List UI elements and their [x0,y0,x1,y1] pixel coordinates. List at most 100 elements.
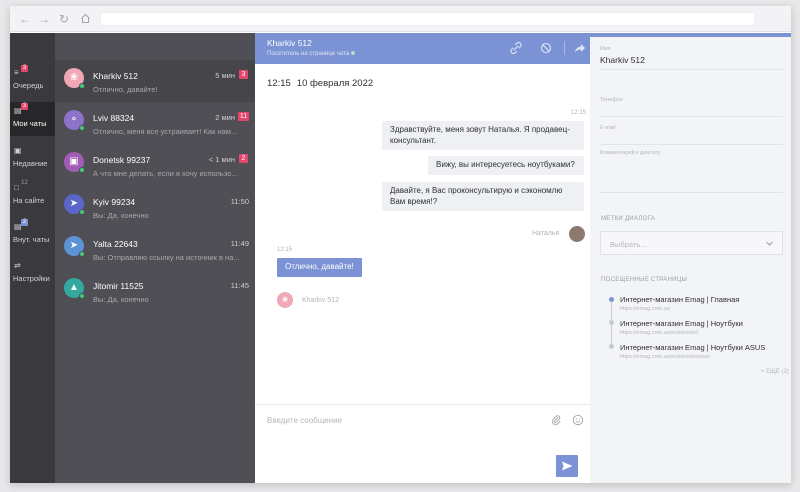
timeline-dot [609,344,614,349]
status-dot [351,51,356,55]
send-icon [562,461,573,471]
chat-time: < 1 мин [208,155,235,164]
visited-page[interactable]: Интернет-магазин Emag | Главная https://… [620,295,739,312]
online-indicator [79,209,85,215]
visited-page[interactable]: Интернет-магазин Emag | Ноутбуки ASUS ht… [620,343,765,360]
nav-settings[interactable]: ⇌ Настройки [10,257,55,291]
chat-list-item[interactable]: ⚬ Lviv 88324 Отлично, меня все устраивае… [55,102,255,144]
agent-avatar [569,226,585,242]
chat-preview: Отлично, меня все устраивает! Как нам... [93,127,238,136]
timeline-dot [609,297,614,302]
outgoing-message: Вижу, вы интересуетесь ноутбуками? [428,156,584,175]
field-label: Телефон [600,97,623,103]
field-value: Kharkiv 512 [600,55,645,65]
home-icon[interactable] [78,12,92,26]
visited-page-url: https://emag.com.ua/notebooks/asus [620,354,710,360]
chat-time: 11:50 [230,197,249,206]
outgoing-message: Давайте, я Вас проконсультирую и сэконом… [382,182,584,211]
nav-on-site[interactable]: □ 12 На сайте [10,179,55,213]
nav-internal-chats[interactable]: ▤ 2 Внут. чаты [10,218,55,252]
chat-time: 11:45 [230,281,249,290]
visitor-details-panel: Имя Kharkiv 512 Телефон E-mail Комментар… [590,33,791,483]
date-header-time: 12:15 [267,78,291,89]
nav-label: Внут. чаты [13,235,50,244]
nav-badge: 12 [21,180,28,186]
visited-page-title: Интернет-магазин Emag | Ноутбуки ASUS [620,343,766,352]
conversation-header: Kharkiv 512 Посетитель на странице чата [255,33,590,64]
send-button[interactable] [556,455,578,477]
panel-header-stripe [590,33,791,37]
reload-icon[interactable]: ↻ [57,12,71,26]
phone-field[interactable]: Телефон [600,97,783,117]
field-label: E-mail [600,125,616,131]
comment-field[interactable]: Комментарий к диалогу [600,150,783,193]
nav-my-chats[interactable]: ▤ 3 Мои чаты [10,102,55,136]
back-arrow-icon[interactable]: ← [18,12,32,26]
chat-time: 11:49 [230,239,249,248]
typing-indicator-name: Kharkiv 512 [302,297,339,304]
unread-badge: 3 [239,70,248,79]
forward-icon[interactable] [573,41,587,55]
nav-queue[interactable]: ≡ 3 Очередь [10,64,55,98]
nav-label: Недавние [13,159,48,168]
chat-name: Kyiv 99234 [93,197,136,207]
chat-list-item[interactable]: ➤ Kyiv 99234 Вы: Да, конечно 11:50 [55,186,255,228]
conversation-title: Kharkiv 512 [267,38,312,48]
visited-page-url: https://emag.com.ua [620,306,670,312]
outgoing-message: Здравствуйте, меня зовут Наталья. Я прод… [382,121,584,150]
chat-time: 5 мин [215,71,235,80]
paperclip-icon[interactable] [550,413,562,426]
chat-name: Lviv 88324 [93,113,135,123]
chat-list-item[interactable]: ➤ Yalta 22643 Вы: Отправляю ссылку на ис… [55,228,255,270]
show-more-link[interactable]: + ЕЩЁ (2) [761,369,789,375]
chat-preview: Отлично, давайте! [93,85,158,94]
main-navigation: ≡ 3 Очередь ▤ 3 Мои чаты ▣ Недавние □ 12… [10,33,55,483]
tags-select[interactable]: Выбрать... [600,231,783,255]
online-indicator [79,125,85,131]
nav-label: Очередь [13,81,44,90]
online-indicator [79,293,85,299]
block-icon[interactable] [539,41,553,55]
incoming-message: Отлично, давайте! [277,258,362,277]
message-input[interactable] [267,413,527,427]
visited-page-title: Интернет-магазин Emag | Ноутбуки [620,319,743,328]
chat-time: 2 мин [215,113,235,122]
timeline-dot [609,320,614,325]
visited-page-title: Интернет-магазин Emag | Главная [620,295,740,304]
nav-recent[interactable]: ▣ Недавние [10,142,55,176]
app-window: ← → ↻ ≡ 3 Очередь ▤ 3 Мои чаты ▣ Недавни… [10,6,791,483]
forward-arrow-icon[interactable]: → [37,12,51,26]
chat-list-item[interactable]: ▣ Donetsk 99237 А что мне делать, если я… [55,144,255,186]
nav-badge: 2 [21,219,28,226]
chat-name: Jitomir 11525 [93,281,144,291]
attach-link-icon[interactable] [509,41,523,55]
chevron-down-icon [766,241,773,246]
select-placeholder: Выбрать... [610,240,647,249]
visited-pages-title: ПОСЕЩЕННЫЕ СТРАНИЦЫ [601,277,688,283]
date-header: 12:15 10 февраля 2022 [267,78,373,89]
message-time: 12:15 [277,247,293,253]
emoji-icon[interactable] [572,413,584,426]
browser-toolbar: ← → ↻ [10,6,791,32]
unread-badge: 2 [239,154,248,163]
date-header-date: 10 февраля 2022 [296,78,374,89]
chat-list: ❀ Kharkiv 512 Отлично, давайте! 5 мин 3 … [55,33,255,483]
visited-page-url: https://emag.com.ua/notebooks/ [620,330,699,336]
chat-name: Kharkiv 512 [93,71,138,81]
visited-page[interactable]: Интернет-магазин Emag | Ноутбуки https:/… [620,319,743,336]
chat-preview: Вы: Отправляю ссылку на источник в на... [93,253,240,262]
lotus-avatar-icon: ❀ [277,292,293,308]
name-field[interactable]: Имя Kharkiv 512 [600,46,783,70]
nav-label: Мои чаты [13,119,47,128]
address-bar[interactable] [100,12,755,26]
online-indicator [79,83,85,89]
online-indicator [79,251,85,257]
email-field[interactable]: E-mail [600,125,783,145]
chat-list-item[interactable]: ❀ Kharkiv 512 Отлично, давайте! 5 мин 3 [55,60,255,102]
conversation-subtitle: Посетитель на странице чата [267,51,356,57]
chat-list-item[interactable]: ▲ Jitomir 11525 Вы: Да, конечно 11:45 [55,270,255,312]
chat-preview: А что мне делать, если я хочу использо..… [93,169,238,178]
visitor-status-text: Посетитель на странице чата [267,51,350,57]
online-indicator [79,167,85,173]
chat-name: Yalta 22643 [93,239,138,249]
